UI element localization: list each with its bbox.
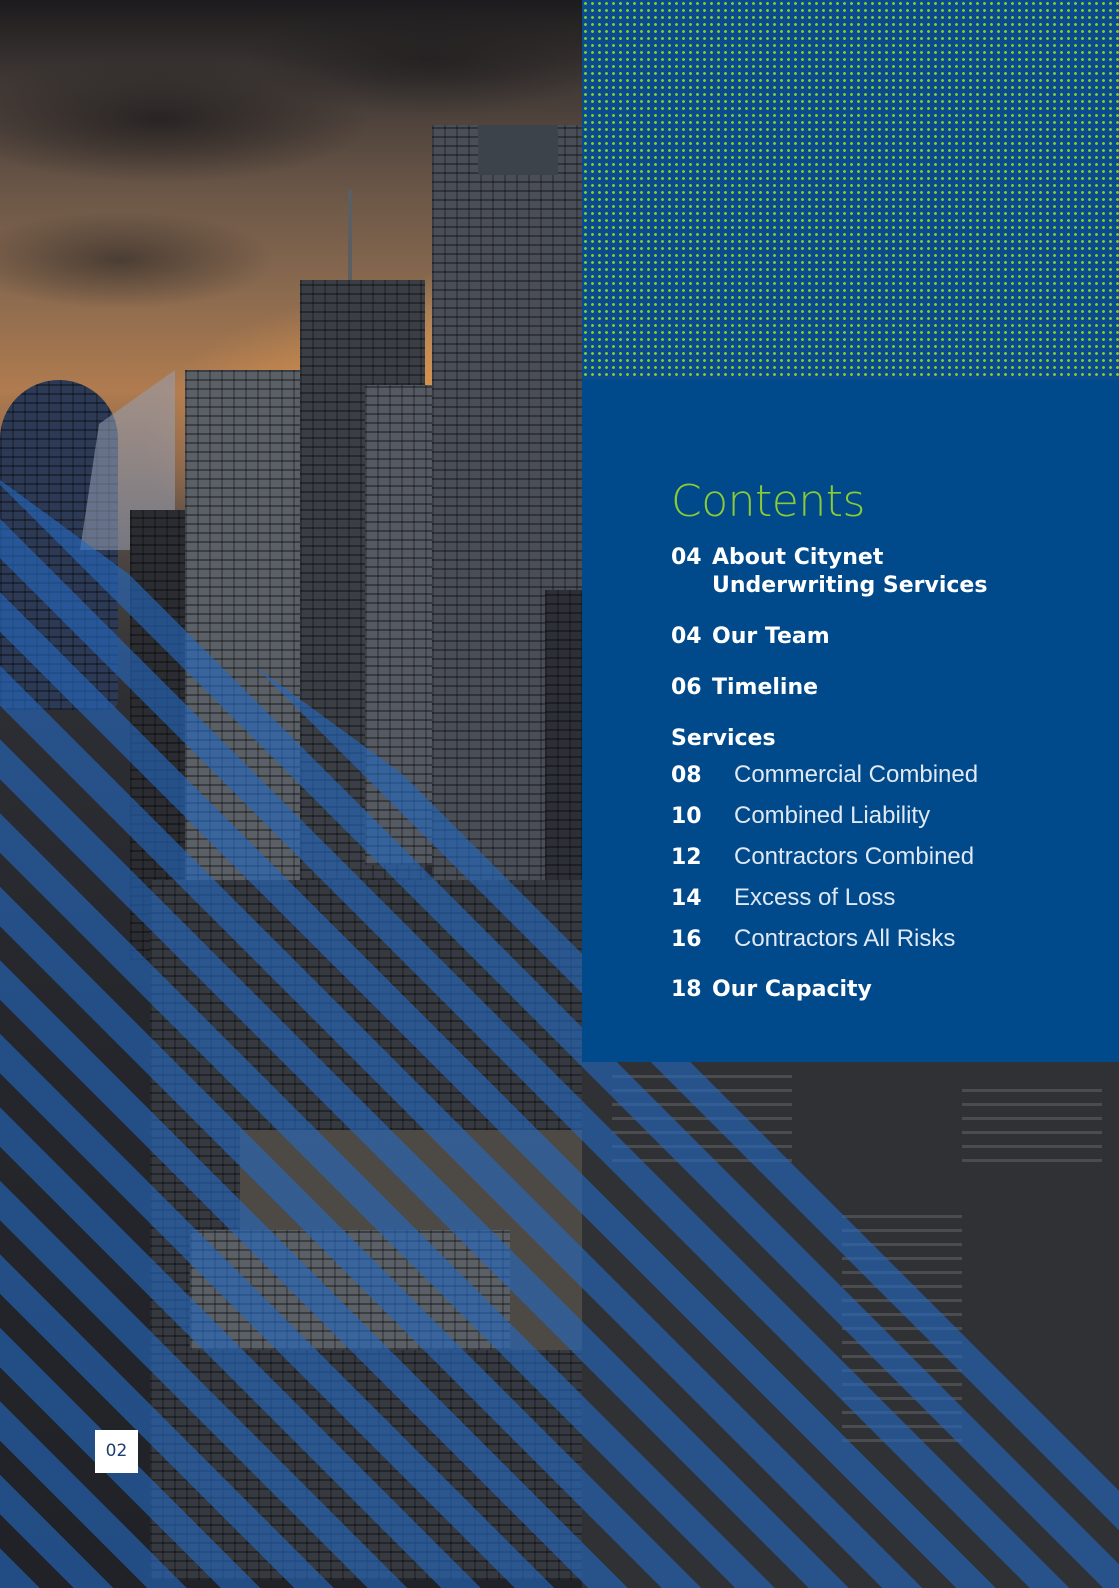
tower-crown xyxy=(478,125,558,175)
contents-title: Contents xyxy=(671,476,865,527)
toc-label-line1: About Citynet xyxy=(712,545,884,570)
toc-entry-about[interactable]: 04 About Citynet Underwriting Services xyxy=(671,544,1091,600)
toc-service-excess-of-loss[interactable]: 14 Excess of Loss xyxy=(671,884,1091,913)
page-number: 02 xyxy=(95,1430,138,1473)
green-dot-pattern xyxy=(582,0,1119,380)
toc-service-label: Commercial Combined xyxy=(734,761,979,788)
toc-service-label: Contractors Combined xyxy=(734,843,975,870)
toc-service-contractors-all-risks[interactable]: 16 Contractors All Risks xyxy=(671,925,1091,954)
services-heading: Services xyxy=(671,726,776,751)
toc-entry-label: Our Capacity xyxy=(712,977,872,1002)
toc-service-label: Excess of Loss xyxy=(734,884,896,911)
toc-page-number: 04 xyxy=(671,624,702,649)
toc-page-number: 06 xyxy=(671,675,702,700)
toc-entry-label: Timeline xyxy=(712,675,819,700)
toc-page-number: 10 xyxy=(671,804,702,829)
toc-page-number: 14 xyxy=(671,886,702,911)
toc-page-number: 16 xyxy=(671,927,702,952)
toc-service-label: Combined Liability xyxy=(734,802,931,829)
toc-entry-timeline[interactable]: 06 Timeline xyxy=(671,674,1091,702)
roof-panel xyxy=(962,1082,1102,1162)
toc-service-contractors-combined[interactable]: 12 Contractors Combined xyxy=(671,843,1091,872)
toc-service-label: Contractors All Risks xyxy=(734,925,956,952)
toc-entry-our-team[interactable]: 04 Our Team xyxy=(671,623,1091,651)
toc-entry-label: Our Team xyxy=(712,624,830,649)
toc-entry-our-capacity[interactable]: 18 Our Capacity xyxy=(671,976,1091,1004)
toc-label-line2: Underwriting Services xyxy=(712,573,988,598)
toc-page-number: 04 xyxy=(671,545,702,570)
toc-service-combined-liability[interactable]: 10 Combined Liability xyxy=(671,802,1091,831)
toc-page-number: 18 xyxy=(671,977,702,1002)
side-tower xyxy=(545,590,582,920)
table-of-contents: Contents 04 About Citynet Underwriting S… xyxy=(671,474,1091,1004)
toc-page-number: 08 xyxy=(671,763,702,788)
toc-entry-label: About Citynet Underwriting Services xyxy=(712,544,1091,600)
toc-page-number: 12 xyxy=(671,845,702,870)
toc-service-commercial-combined[interactable]: 08 Commercial Combined xyxy=(671,761,1091,790)
brochure-page: Contents 04 About Citynet Underwriting S… xyxy=(0,0,1119,1588)
